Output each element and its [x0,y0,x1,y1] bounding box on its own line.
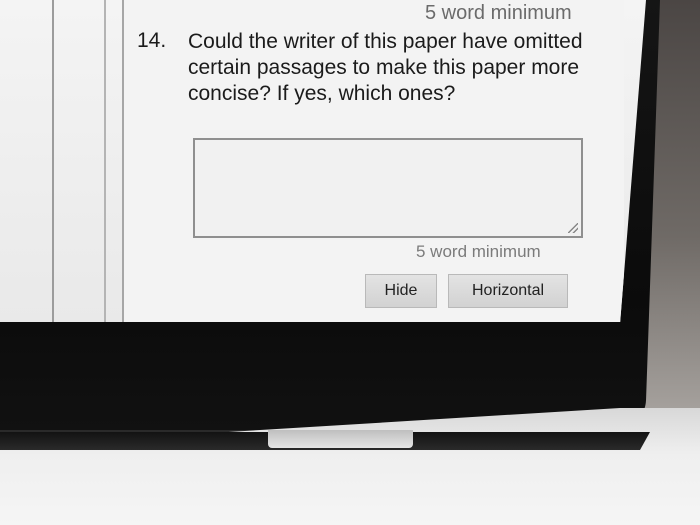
horizontal-button[interactable]: Horizontal [448,274,568,308]
word-minimum-hint-bottom: 5 word minimum [416,242,541,261]
question-number: 14. [137,29,167,52]
word-minimum-hint-top: 5 word minimum [425,2,572,24]
laptop-opening-notch [268,430,413,448]
question-text: Could the writer of this paper have omit… [188,30,583,105]
resize-handle-icon[interactable] [568,223,578,233]
laptop-screen: 5 word minimum 14. Could the writer of t… [0,0,646,322]
sidebar-divider [104,0,106,322]
sidebar-divider [52,0,54,322]
hide-button[interactable]: Hide [365,274,437,308]
answer-textarea[interactable] [193,138,583,238]
